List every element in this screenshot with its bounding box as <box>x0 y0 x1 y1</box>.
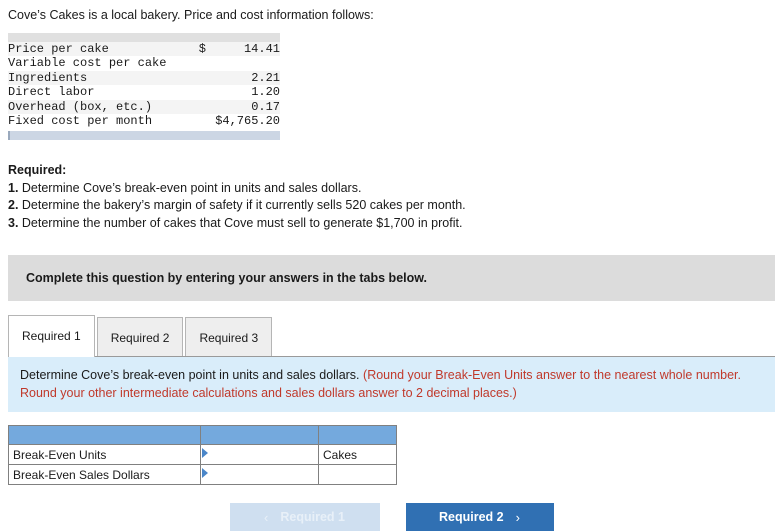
answer-row-label: Break-Even Sales Dollars <box>8 464 201 486</box>
cost-row-currency <box>188 114 206 129</box>
next-button-label: Required 2 <box>439 510 504 525</box>
complete-question-banner: Complete this question by entering your … <box>8 254 775 301</box>
triangle-marker-icon <box>202 468 208 479</box>
instruction-panel: Determine Cove’s break-even point in uni… <box>8 355 775 413</box>
answer-unit-label: Cakes <box>318 444 397 466</box>
cost-row-currency <box>188 100 206 115</box>
answer-header-cell <box>8 425 201 446</box>
tab-required-1[interactable]: Required 1 <box>8 314 95 357</box>
answer-input-cell[interactable] <box>200 444 319 466</box>
answer-table-row: Break-Even Sales Dollars <box>8 464 397 486</box>
answer-header-cell <box>318 425 397 446</box>
table-bottom-scrollbar[interactable] <box>8 130 280 140</box>
required-item: 2. Determine the bakery’s margin of safe… <box>8 197 783 215</box>
cost-row-currency <box>188 85 206 100</box>
cost-row-label: Variable cost per cake <box>8 56 167 71</box>
cost-table: Price per cake $14.41 Variable cost per ca… <box>8 41 280 129</box>
required-item-text: Determine the number of cakes that Cove … <box>21 216 463 231</box>
cost-table-row: Variable cost per cake <box>8 56 280 71</box>
required-item: 1. Determine Cove’s break-even point in … <box>8 180 783 198</box>
answer-input-cell[interactable] <box>200 464 319 486</box>
cost-table-row: Overhead (box, etc.) 0.17 <box>8 99 280 115</box>
intro-text: Cove’s Cakes is a local bakery. Price an… <box>8 8 374 22</box>
cost-row-currency: $ <box>198 41 206 56</box>
answer-table: Break-Even Units Cakes Break-Even Sales Do… <box>8 425 397 486</box>
required-item: 3. Determine the number of cakes that Co… <box>8 215 783 233</box>
answer-row-label: Break-Even Units <box>8 444 201 466</box>
answer-header-cell <box>200 425 319 446</box>
cost-row-label: Fixed cost per month <box>8 114 153 129</box>
answer-unit-label <box>318 464 397 486</box>
required-heading: Required: <box>8 162 67 177</box>
previous-button-label: Required 1 <box>280 510 345 525</box>
answer-table-row: Break-Even Units Cakes <box>8 444 397 466</box>
required-item-text: Determine the bakery’s margin of safety … <box>21 198 466 213</box>
cost-table-row: Price per cake $14.41 <box>8 41 280 57</box>
previous-required-button[interactable]: ‹ Required 1 <box>229 503 380 531</box>
cost-table-row: Ingredients 2.21 <box>8 70 280 86</box>
navigation-buttons: ‹ Required 1 Required 2 › <box>0 503 783 531</box>
banner-text: Complete this question by entering your … <box>26 270 427 285</box>
answer-table-header-row <box>8 425 397 446</box>
cost-row-label: Overhead (box, etc.) <box>8 99 153 114</box>
required-item-text: Determine Cove’s break-even point in uni… <box>21 180 362 195</box>
chevron-left-icon: ‹ <box>264 509 269 525</box>
cost-row-value: 2.21 <box>251 70 280 85</box>
cost-row-label: Price per cake <box>8 41 109 56</box>
cost-table-row: Fixed cost per month $4,765.20 <box>8 114 280 129</box>
cost-row-value <box>206 56 280 71</box>
cost-table-row: Direct labor 1.20 <box>8 85 280 100</box>
table-top-bar <box>8 32 280 42</box>
cost-row-currency <box>188 56 206 71</box>
instruction-main-text: Determine Cove’s break-even point in uni… <box>20 367 360 382</box>
cost-row-label: Ingredients <box>8 70 88 85</box>
cost-information-table: Price per cake $14.41 Variable cost per ca… <box>8 32 280 140</box>
required-section: Required: 1. Determine Cove’s break-even… <box>8 162 783 233</box>
cost-row-currency <box>188 71 206 86</box>
requirement-tabs: Required 1 Required 2 Required 3 <box>8 314 783 357</box>
next-required-button[interactable]: Required 2 › <box>405 503 554 531</box>
triangle-marker-icon <box>202 448 208 459</box>
cost-row-value: 14.41 <box>243 41 280 56</box>
required-item-number: 2. <box>8 198 22 213</box>
cost-row-value: 0.17 <box>251 99 280 114</box>
cost-row-label: Direct labor <box>8 85 95 100</box>
cost-row-value: 1.20 <box>251 85 280 100</box>
tab-required-2[interactable]: Required 2 <box>96 316 184 357</box>
required-item-number: 3. <box>8 216 22 231</box>
cost-row-value: $4,765.20 <box>215 114 280 129</box>
tab-required-3[interactable]: Required 3 <box>185 316 273 357</box>
required-item-number: 1. <box>8 180 22 195</box>
chevron-right-icon: › <box>515 509 520 525</box>
